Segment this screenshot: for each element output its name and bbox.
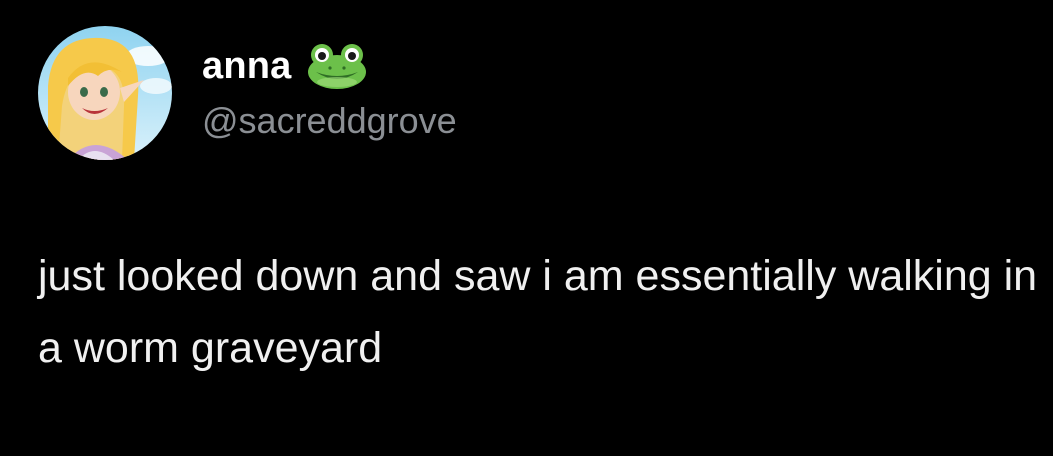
- avatar-image: [38, 26, 172, 160]
- avatar[interactable]: [38, 26, 172, 160]
- tweet-text: just looked down and saw i am essentiall…: [38, 252, 1038, 372]
- frog-icon: [306, 42, 368, 90]
- display-name-row: anna: [202, 42, 368, 90]
- user-handle[interactable]: @sacreddgrove: [202, 98, 457, 144]
- display-name[interactable]: anna: [202, 42, 292, 90]
- tweet: anna @sacreddgrove just looked down and …: [0, 0, 1053, 456]
